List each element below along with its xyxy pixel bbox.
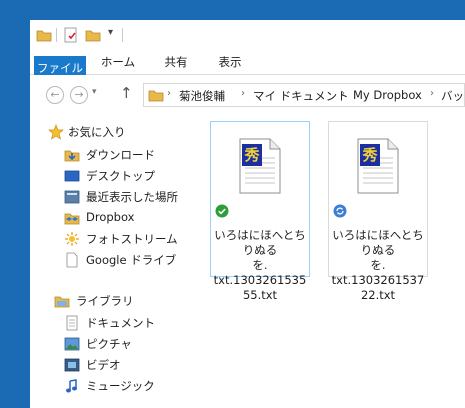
nav-favorites-label: お気に入り [68, 125, 126, 139]
nav-favorites[interactable]: お気に入り [30, 121, 206, 143]
arrow-left-icon: ← [50, 88, 60, 101]
breadcrumb-my-dropbox[interactable]: My Dropbox [353, 88, 422, 102]
text-file-icon: 秀 [357, 138, 399, 194]
qat-customize-icon[interactable]: ▾ [108, 27, 113, 38]
arrow-right-icon: → [74, 88, 84, 101]
nav-item-google-drive[interactable]: Google ドライブ [30, 249, 206, 271]
pictures-library-icon [64, 337, 80, 351]
file-name-line: txt.1303261537 [331, 273, 425, 287]
back-button[interactable]: ← [46, 86, 64, 104]
file-name-line: を. [370, 258, 386, 272]
svg-text:秀: 秀 [243, 146, 260, 164]
tab-share[interactable]: 共有 [150, 50, 202, 74]
file-item[interactable]: 秀 いろはにほへとちりぬる を. txt.1303261537 22.txt [328, 121, 428, 302]
nav-item-label: ドキュメント [86, 316, 155, 330]
breadcrumb-separator-icon[interactable]: › [341, 88, 345, 99]
address-row: ← → ▾ ↑ › 菊池俊輔 › マイ ドキュメント › My Dropbox … [30, 75, 465, 115]
file-name: いろはにほへとちりぬる を. txt.1303261535 55.txt [211, 228, 309, 303]
google-drive-icon [66, 252, 78, 268]
breadcrumb-separator-icon[interactable]: › [167, 88, 171, 99]
nav-libraries[interactable]: ライブラリ [30, 290, 206, 312]
up-arrow-icon[interactable]: ↑ [120, 84, 133, 102]
breadcrumb-separator-icon[interactable]: › [241, 88, 245, 99]
nav-libraries-label: ライブラリ [76, 294, 134, 308]
nav-item-label: デスクトップ [86, 169, 155, 183]
properties-icon[interactable] [63, 27, 79, 43]
nav-item-desktop[interactable]: デスクトップ [30, 165, 206, 187]
recent-places-icon [64, 190, 80, 204]
file-name-line: txt.1303261535 [213, 273, 307, 287]
music-library-icon [66, 379, 77, 393]
nav-item-music[interactable]: ミュージック [30, 375, 206, 397]
ribbon-tabs: ファイル ホーム 共有 表示 [30, 50, 465, 212]
star-icon [48, 124, 64, 140]
breadcrumb-my-documents[interactable]: マイ ドキュメント [253, 88, 349, 104]
desktop-icon [64, 170, 80, 182]
nav-item-label: 最近表示した場所 [86, 190, 178, 204]
file-item[interactable]: 秀 いろはにほへとちりぬる を. txt.1303261535 55.txt [210, 121, 310, 302]
qat-divider [122, 28, 123, 42]
nav-item-label: ピクチャ [86, 337, 132, 351]
recent-locations-icon[interactable]: ▾ [92, 87, 97, 97]
breadcrumb-separator-icon[interactable]: › [430, 88, 434, 99]
documents-library-icon [66, 315, 78, 331]
nav-item-label: ビデオ [86, 358, 121, 372]
forward-button[interactable]: → [70, 86, 88, 104]
dropbox-icon [64, 213, 80, 225]
nav-item-recent-places[interactable]: 最近表示した場所 [30, 186, 206, 208]
title-bar: ▾ [30, 20, 465, 50]
nav-item-documents[interactable]: ドキュメント [30, 312, 206, 334]
nav-item-videos[interactable]: ビデオ [30, 354, 206, 376]
breadcrumb-backup[interactable]: バック [441, 88, 464, 104]
file-name-line: いろはにほへとちりぬる [214, 228, 306, 257]
file-name-line: を. [252, 258, 268, 272]
nav-item-label: ダウンロード [86, 148, 155, 162]
address-bar[interactable]: › 菊池俊輔 › マイ ドキュメント › My Dropbox › バック [143, 83, 465, 107]
navigation-pane: お気に入り ダウンロード デスクトップ 最近表示した場所 Dropbox フォト… [30, 115, 206, 408]
tab-home[interactable]: ホーム [92, 50, 144, 74]
file-name: いろはにほへとちりぬる を. txt.1303261537 22.txt [329, 228, 427, 303]
file-name-line: いろはにほへとちりぬる [332, 228, 424, 257]
nav-item-label: Google ドライブ [86, 253, 177, 267]
nav-item-pictures[interactable]: ピクチャ [30, 333, 206, 355]
folder-icon [148, 90, 164, 102]
text-file-icon: 秀 [239, 138, 281, 194]
folder-icon[interactable] [36, 27, 52, 43]
libraries-icon [54, 296, 70, 308]
nav-item-dropbox[interactable]: Dropbox [30, 207, 206, 229]
file-list: 秀 いろはにほへとちりぬる を. txt.1303261535 55.txt 秀 [206, 115, 465, 408]
nav-item-downloads[interactable]: ダウンロード [30, 144, 206, 166]
syncing-icon [333, 204, 347, 218]
file-name-line: 22.txt [360, 288, 396, 302]
file-name-line: 55.txt [242, 288, 278, 302]
nav-item-label: Dropbox [86, 210, 135, 224]
nav-item-photostream[interactable]: フォトストリーム [30, 228, 206, 250]
tab-view[interactable]: 表示 [204, 50, 256, 74]
videos-library-icon [64, 358, 80, 372]
nav-item-label: フォトストリーム [86, 232, 178, 246]
qat-divider [56, 28, 57, 42]
downloads-folder-icon [64, 150, 80, 162]
photostream-icon [65, 232, 79, 246]
breadcrumb-user[interactable]: 菊池俊輔 [179, 88, 225, 104]
explorer-window: ▾ ファイル ホーム 共有 表示 ← → ▾ ↑ › 菊池俊輔 › マイ ドキュ… [30, 20, 465, 408]
new-folder-icon[interactable] [85, 27, 101, 43]
svg-text:秀: 秀 [361, 146, 378, 164]
nav-item-label: ミュージック [86, 379, 155, 393]
sync-complete-icon [215, 204, 229, 218]
